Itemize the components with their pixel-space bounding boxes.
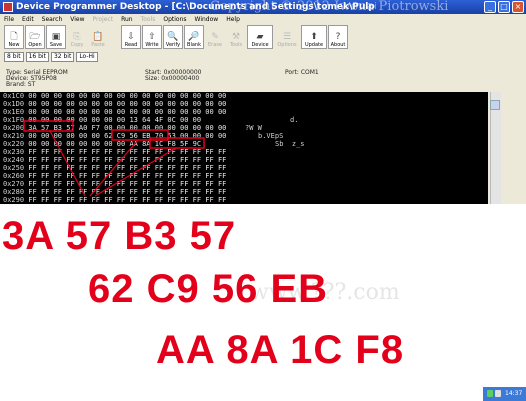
tray-volume-icon[interactable] [495, 390, 501, 397]
annotation-line-2: 62 C9 56 EB [88, 267, 329, 311]
arrow-line [49, 130, 86, 197]
arrow-line [94, 147, 177, 197]
tray-network-icon[interactable] [487, 390, 493, 397]
taskbar-clock: 14:37 [505, 390, 523, 397]
annotation-line-1: 3A 57 B3 57 [2, 214, 237, 258]
arrow-line [89, 139, 139, 197]
annotation-line-3: AA 8A 1C F8 [156, 328, 405, 372]
highlight-box-1 [23, 120, 74, 132]
